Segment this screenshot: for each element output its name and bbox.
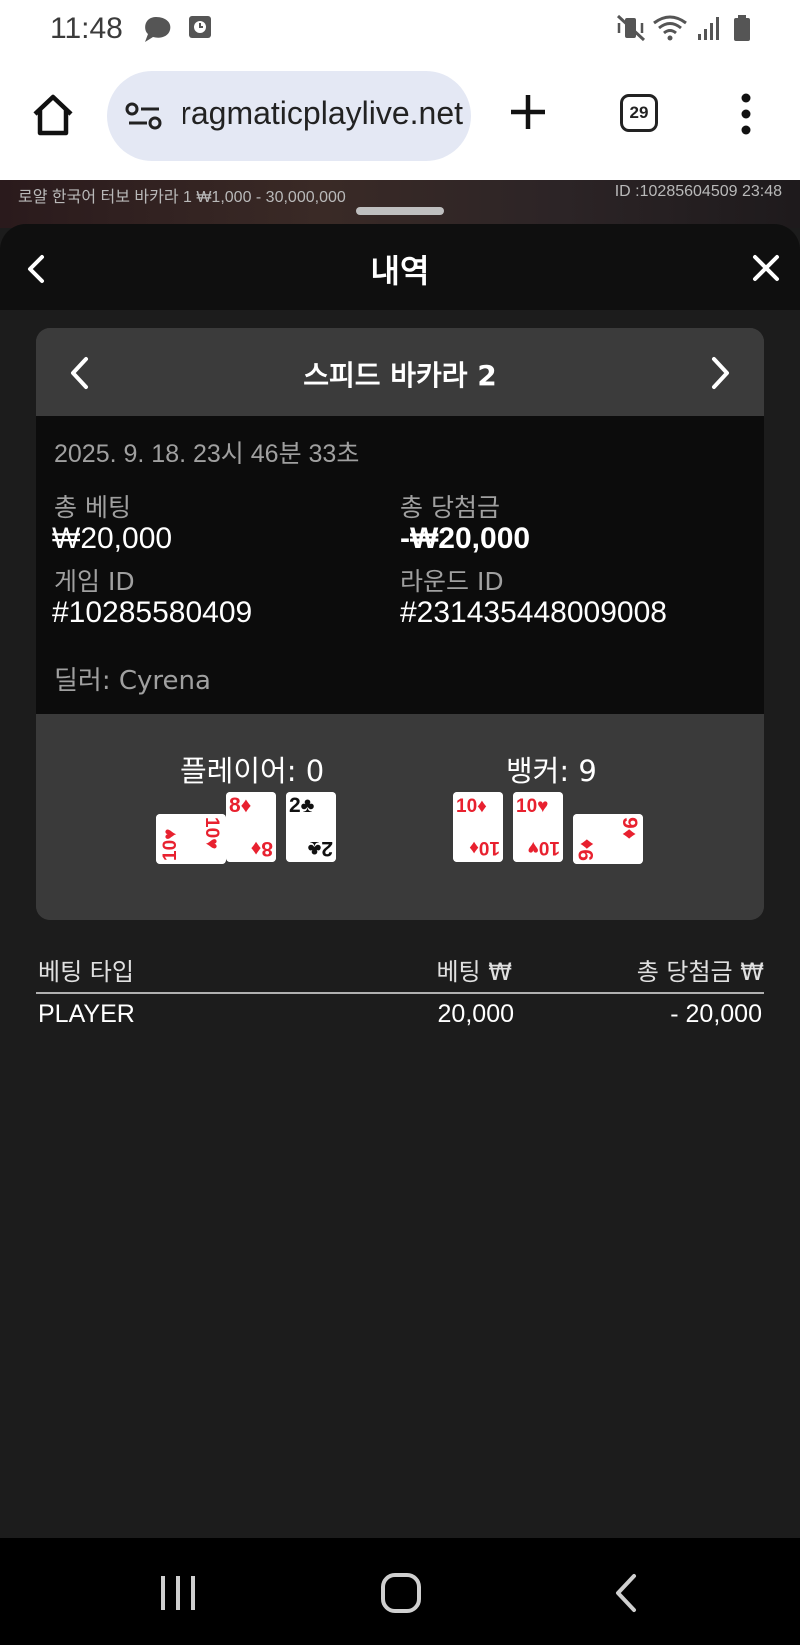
card-rank-bottom: 10♥ (528, 837, 560, 858)
history-sheet: 내역 스피드 바카라 2 2025. 9. 18. 23시 46분 33초 총 … (0, 224, 800, 1538)
game-info-strip: 로얄 한국어 터보 바카라 1 ₩1,000 - 30,000,000 ID :… (0, 180, 800, 228)
back-nav-icon[interactable] (612, 1572, 640, 1614)
playing-card: 10♦ 10♦ (453, 792, 503, 862)
card-rank-bottom: 9♦ (575, 838, 598, 861)
card-rank-bottom: 10♥ (160, 829, 181, 861)
signal-icon (698, 17, 719, 40)
round-id-value: #231435448009008 (400, 596, 667, 629)
table-limits-text: 로얄 한국어 터보 바카라 1 ₩1,000 - 30,000,000 (18, 189, 346, 206)
header-bet-type: 베팅 타입 (38, 958, 134, 986)
header-bet-amount: 베팅 ₩ (436, 958, 512, 986)
header-total-win: 총 당첨금 ₩ (636, 958, 764, 986)
banker-score: 뱅커: 9 (506, 754, 597, 788)
wifi-icon (653, 15, 687, 41)
round-datetime: 2025. 9. 18. 23시 46분 33초 (54, 440, 360, 468)
site-settings-icon[interactable] (125, 101, 163, 131)
player-score: 플레이어: 0 (180, 754, 325, 788)
total-bet-value: ₩20,000 (52, 522, 173, 555)
round-id-label: 라운드 ID (400, 567, 504, 596)
sheet-header: 내역 (0, 224, 800, 310)
sheet-title: 내역 (370, 252, 430, 290)
game-name: 스피드 바카라 2 (303, 359, 497, 392)
table-divider (36, 992, 764, 994)
game-id-label: 게임 ID (54, 567, 135, 596)
status-time: 11:48 (50, 12, 123, 45)
row-bet-type: PLAYER (38, 1000, 135, 1028)
card-rank-top: 10♥ (516, 796, 548, 817)
recent-apps-icon[interactable] (158, 1574, 198, 1612)
round-info: 2025. 9. 18. 23시 46분 33초 총 베팅 ₩20,000 총 … (36, 416, 764, 714)
total-bet-label: 총 베팅 (54, 493, 131, 522)
round-detail-card: 스피드 바카라 2 2025. 9. 18. 23시 46분 33초 총 베팅 … (36, 328, 764, 920)
home-icon[interactable] (30, 92, 76, 138)
row-bet-amount: 20,000 (437, 1000, 514, 1028)
card-rank-bottom: 2♣ (307, 837, 333, 860)
battery-icon (734, 15, 750, 41)
playing-card: 10♥ 10♥ (513, 792, 563, 862)
round-result: 플레이어: 0 뱅커: 9 10♥ 10♥ 8♦ 8♦ 2♣ 2♣ 10♦ 10♦ 10♥ 10… (36, 714, 764, 920)
next-round-icon[interactable] (710, 356, 732, 390)
more-menu-icon[interactable] (736, 92, 756, 136)
card-rank-top: 2♣ (289, 794, 315, 817)
new-tab-icon[interactable] (508, 92, 548, 132)
total-win-value: -₩20,000 (400, 522, 531, 555)
close-icon[interactable] (752, 254, 780, 282)
status-bar: 11:48 (0, 0, 800, 56)
card-rank-top: 9♦ (618, 817, 641, 840)
playing-card: 9♦ 9♦ (573, 814, 643, 864)
card-rank-bottom: 8♦ (250, 837, 273, 860)
playing-card: 2♣ 2♣ (286, 792, 336, 862)
card-rank-top: 8♦ (229, 794, 252, 817)
home-nav-icon[interactable] (380, 1572, 422, 1614)
address-bar[interactable]: pragmaticplaylive.net (107, 71, 471, 161)
system-nav-bar (0, 1538, 800, 1645)
dealer-name: 딜러: Cyrena (54, 666, 211, 696)
game-id-value: #10285580409 (52, 596, 253, 629)
card-header: 스피드 바카라 2 (36, 328, 764, 416)
card-rank-top: 10♦ (456, 796, 487, 817)
card-rank-bottom: 10♦ (469, 837, 500, 858)
game-id-text: ID :10285604509 23:48 (614, 183, 782, 200)
total-win-label: 총 당첨금 (400, 493, 500, 522)
row-total-win: - 20,000 (670, 1000, 762, 1028)
chat-bubble-icon (145, 17, 171, 42)
url-text[interactable]: pragmaticplaylive.net (183, 95, 463, 132)
card-rank-top: 10♥ (201, 817, 222, 849)
drag-handle[interactable] (356, 207, 444, 215)
playing-card: 10♥ 10♥ (156, 814, 226, 864)
screenshot-icon (189, 16, 211, 38)
vibrate-mute-icon (616, 14, 646, 42)
tab-count-button[interactable]: 29 (620, 94, 658, 132)
browser-toolbar: pragmaticplaylive.net 29 (0, 56, 800, 180)
playing-card: 8♦ 8♦ (226, 792, 276, 862)
